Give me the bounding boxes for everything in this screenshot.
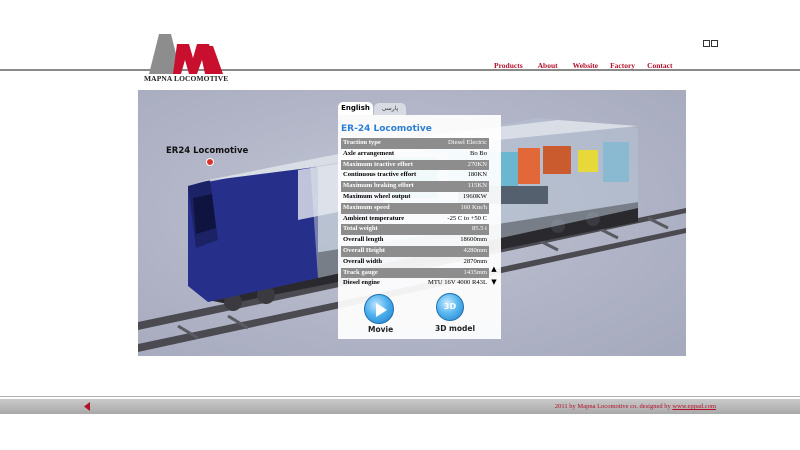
table-row: Overall length 18600mm: [343, 236, 487, 244]
table-row: Total weight 85.5 t: [341, 224, 489, 236]
table-row: Maximum wheel output 1960KW: [343, 192, 487, 200]
table-row: Ambient temperature -25 C to +50 C: [343, 214, 487, 222]
table-row: Traction type Diesel Electric: [341, 138, 489, 149]
scroll-up-icon[interactable]: ▲: [489, 263, 499, 276]
scroll-down-icon[interactable]: ▼: [489, 276, 499, 289]
panel-title: ER-24 Locomotive: [341, 124, 432, 134]
table-row: Continuous tractive effort 180KN: [343, 171, 487, 179]
nav-products[interactable]: Products: [494, 61, 523, 70]
nav-website[interactable]: Website: [573, 61, 598, 70]
logo-mark-icon: [149, 34, 223, 74]
window-controls[interactable]: [703, 40, 719, 49]
nav-about[interactable]: About: [538, 61, 558, 70]
mapna-logo[interactable]: MAPNA LOCOMOTIVE: [144, 34, 229, 86]
header-rule: [0, 69, 800, 71]
table-row: Maximum tractive effort 270KN: [341, 159, 489, 171]
table-row: Maximum braking effort 115KN: [341, 181, 489, 192]
table-row: Track gauge 1435mm: [341, 267, 489, 279]
nav-contact[interactable]: Contact: [647, 61, 672, 70]
table-row: Overall Height 4280mm: [341, 245, 489, 257]
restore-icon[interactable]: [703, 40, 710, 47]
tab-english[interactable]: English: [338, 102, 373, 115]
main-nav: Products About Website Factory Contact: [494, 61, 672, 70]
movie-button[interactable]: [364, 294, 394, 324]
3d-icon: 3D: [443, 302, 457, 311]
play-icon: [376, 303, 387, 317]
movie-button-label[interactable]: Movie: [368, 325, 393, 334]
footer-arrow-icon: [84, 402, 90, 411]
nav-factory[interactable]: Factory: [610, 61, 635, 70]
close-icon[interactable]: [711, 40, 718, 47]
locomotive-label: ER24 Locomotive: [166, 146, 249, 156]
3d-model-button-label[interactable]: 3D model: [435, 324, 475, 333]
table-row: Maximum speed 160 Km/h: [341, 202, 489, 214]
hotspot-marker[interactable]: [206, 158, 214, 166]
designer-link[interactable]: www.eppad.com: [672, 403, 716, 410]
table-row: Diesel engine MTU 16V 4000 R43L: [343, 279, 487, 287]
table-row: Axle arrangement Bo Bo: [343, 149, 487, 157]
table-row: Overall width 2870mm: [343, 257, 487, 265]
spec-table: Traction type Diesel Electric Axle arrang…: [341, 138, 489, 289]
footer-copyright: 2011 by Mapna Locomotive co. designed by…: [554, 403, 716, 410]
footer-rule: [0, 396, 800, 397]
tab-persian[interactable]: پارسی: [374, 103, 406, 115]
spec-scroller[interactable]: ▲ ▼: [489, 263, 499, 289]
logo-wordmark: MAPNA LOCOMOTIVE: [144, 74, 229, 83]
3d-model-button[interactable]: 3D: [436, 293, 464, 321]
